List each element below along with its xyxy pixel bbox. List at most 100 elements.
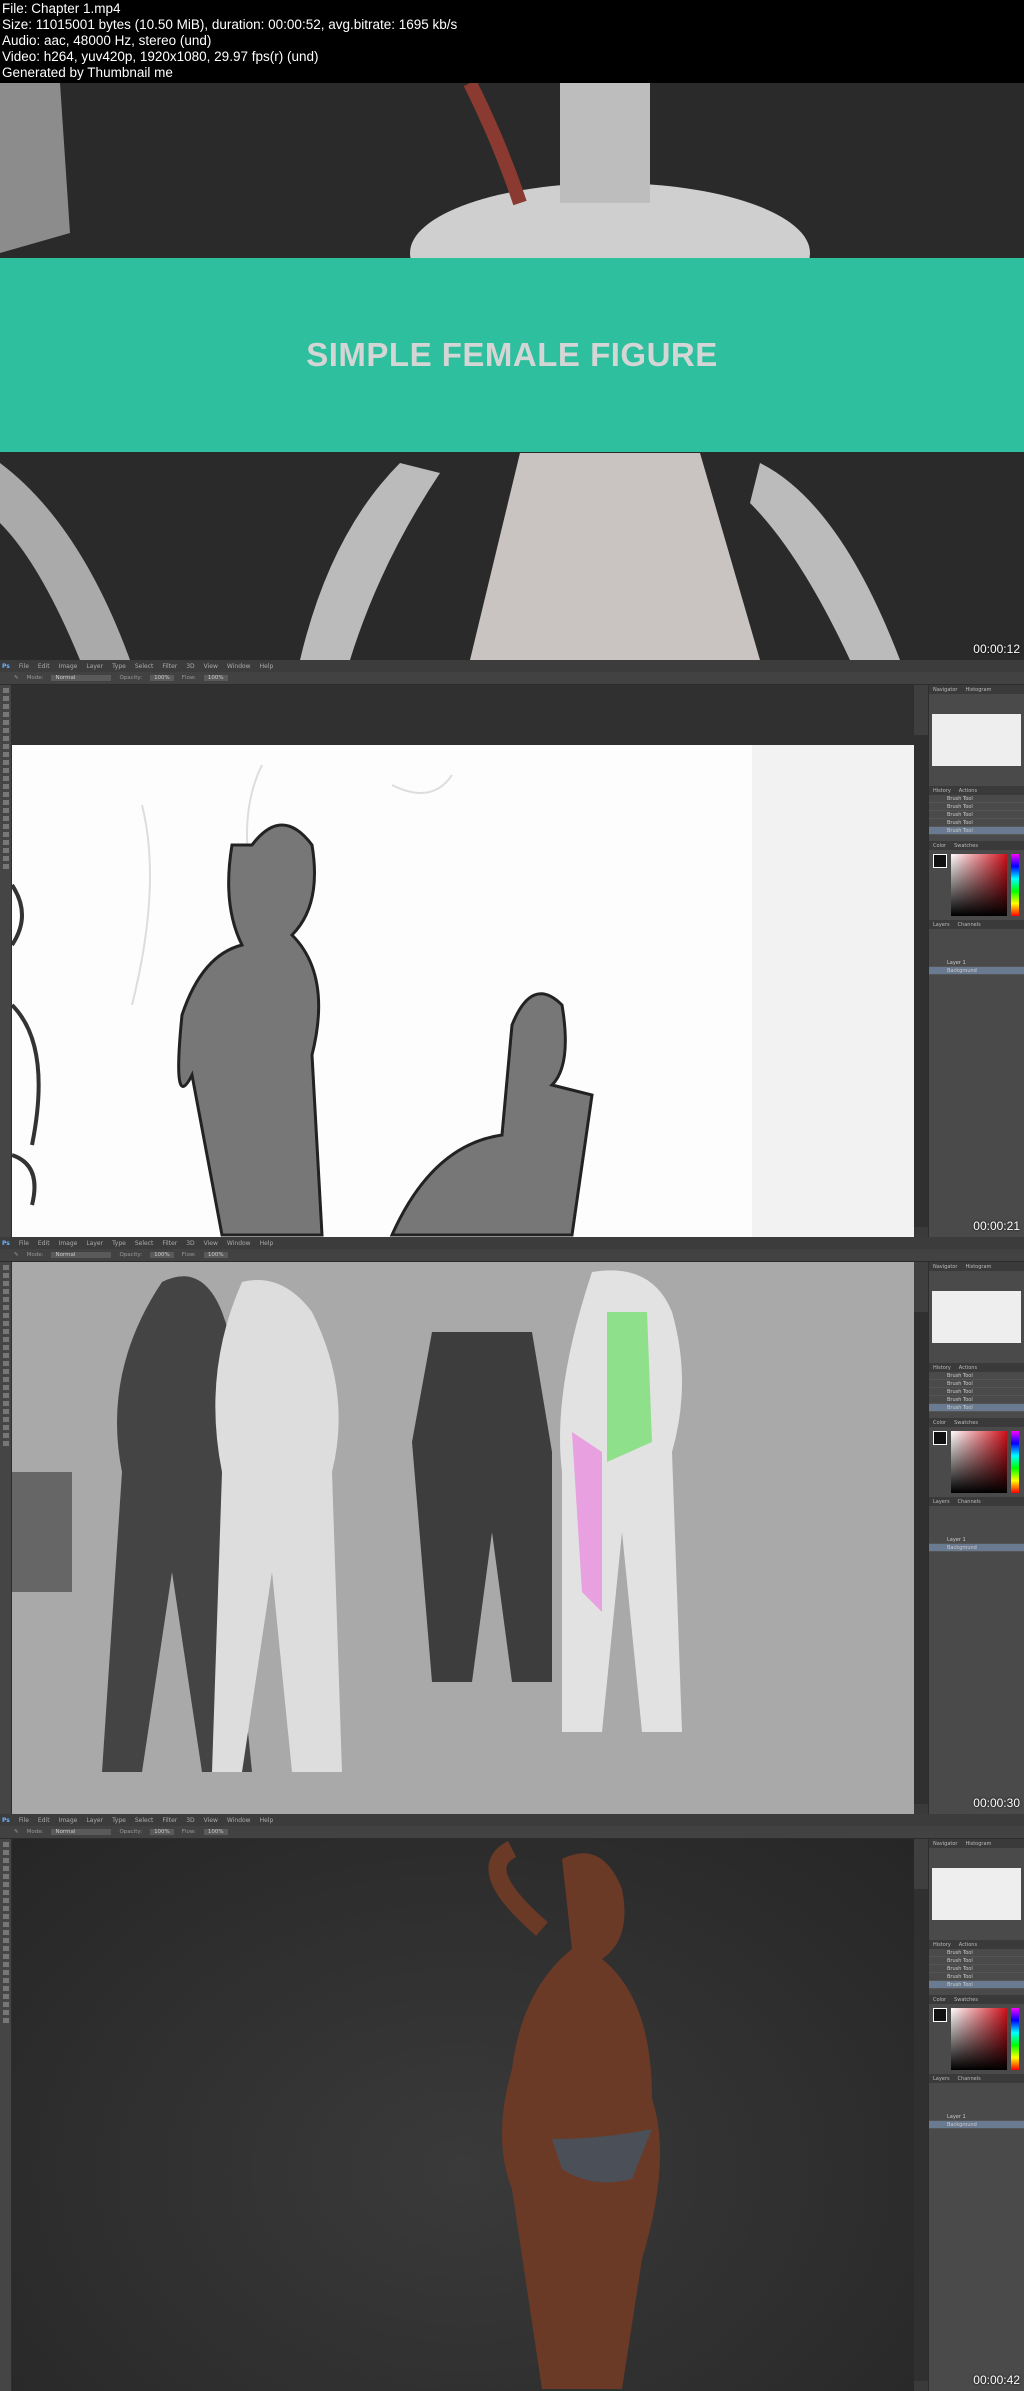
menu-view[interactable]: View xyxy=(204,663,218,670)
history-item[interactable]: Brush Tool xyxy=(929,1388,1024,1396)
color-picker[interactable] xyxy=(929,850,1024,920)
tab-history[interactable]: History xyxy=(933,1942,951,1948)
history-item[interactable]: Brush Tool xyxy=(929,1404,1024,1412)
history-item[interactable]: Brush Tool xyxy=(929,811,1024,819)
navigator-preview[interactable] xyxy=(932,714,1021,766)
menu-3d[interactable]: 3D xyxy=(186,1240,194,1247)
tools-panel[interactable] xyxy=(0,685,12,1237)
tab-swatches[interactable]: Swatches xyxy=(954,1997,978,2003)
brush-icon[interactable]: ✎ xyxy=(14,1829,19,1835)
menu-view[interactable]: View xyxy=(204,1240,218,1247)
history-item[interactable]: Brush Tool xyxy=(929,795,1024,803)
menu-edit[interactable]: Edit xyxy=(38,663,50,670)
menu-3d[interactable]: 3D xyxy=(186,1817,194,1824)
menu-file[interactable]: File xyxy=(19,1817,29,1824)
opacity-field[interactable]: 100% xyxy=(150,1252,174,1258)
menu-help[interactable]: Help xyxy=(260,663,274,670)
history-item[interactable]: Brush Tool xyxy=(929,819,1024,827)
mode-select[interactable]: Normal xyxy=(51,675,112,681)
tab-histogram[interactable]: Histogram xyxy=(965,687,991,693)
menu-select[interactable]: Select xyxy=(135,663,154,670)
history-item[interactable]: Brush Tool xyxy=(929,1372,1024,1380)
tab-actions[interactable]: Actions xyxy=(959,788,977,794)
flow-field[interactable]: 100% xyxy=(203,1829,228,1835)
menu-window[interactable]: Window xyxy=(227,663,251,670)
layer-row[interactable]: Layer 1 xyxy=(929,959,1024,967)
tools-panel[interactable] xyxy=(0,1839,12,2391)
color-picker[interactable] xyxy=(929,2004,1024,2074)
menu-help[interactable]: Help xyxy=(260,1817,274,1824)
menu-layer[interactable]: Layer xyxy=(86,1240,103,1247)
menu-select[interactable]: Select xyxy=(135,1240,154,1247)
menu-type[interactable]: Type xyxy=(112,1240,126,1247)
menu-layer[interactable]: Layer xyxy=(86,663,103,670)
tab-channels[interactable]: Channels xyxy=(958,922,981,928)
menu-view[interactable]: View xyxy=(204,1817,218,1824)
menu-filter[interactable]: Filter xyxy=(162,1240,177,1247)
menu-window[interactable]: Window xyxy=(227,1240,251,1247)
opacity-field[interactable]: 100% xyxy=(150,1829,174,1835)
menu-3d[interactable]: 3D xyxy=(186,663,194,670)
history-item[interactable]: Brush Tool xyxy=(929,1949,1024,1957)
tab-color[interactable]: Color xyxy=(933,843,946,849)
menu-edit[interactable]: Edit xyxy=(38,1240,50,1247)
history-item[interactable]: Brush Tool xyxy=(929,827,1024,835)
menu-file[interactable]: File xyxy=(19,1240,29,1247)
menu-window[interactable]: Window xyxy=(227,1817,251,1824)
tab-layers[interactable]: Layers xyxy=(933,2076,950,2082)
menu-edit[interactable]: Edit xyxy=(38,1817,50,1824)
navigator-preview[interactable] xyxy=(932,1291,1021,1343)
tab-actions[interactable]: Actions xyxy=(959,1365,977,1371)
menu-file[interactable]: File xyxy=(19,663,29,670)
tab-history[interactable]: History xyxy=(933,1365,951,1371)
menu-filter[interactable]: Filter xyxy=(162,1817,177,1824)
tab-color[interactable]: Color xyxy=(933,1997,946,2003)
layer-row[interactable]: Background xyxy=(929,1544,1024,1552)
brush-icon[interactable]: ✎ xyxy=(14,675,19,681)
history-item[interactable]: Brush Tool xyxy=(929,1380,1024,1388)
canvas[interactable] xyxy=(12,685,914,1237)
mode-select[interactable]: Normal xyxy=(51,1829,112,1835)
tab-channels[interactable]: Channels xyxy=(958,2076,981,2082)
menu-layer[interactable]: Layer xyxy=(86,1817,103,1824)
tools-panel[interactable] xyxy=(0,1262,12,1814)
flow-field[interactable]: 100% xyxy=(203,1252,228,1258)
tab-swatches[interactable]: Swatches xyxy=(954,843,978,849)
history-item[interactable]: Brush Tool xyxy=(929,1981,1024,1989)
flow-field[interactable]: 100% xyxy=(203,675,228,681)
menu-filter[interactable]: Filter xyxy=(162,663,177,670)
layer-row[interactable]: Background xyxy=(929,967,1024,975)
menu-select[interactable]: Select xyxy=(135,1817,154,1824)
tab-histogram[interactable]: Histogram xyxy=(965,1841,991,1847)
history-item[interactable]: Brush Tool xyxy=(929,1957,1024,1965)
tab-history[interactable]: History xyxy=(933,788,951,794)
tab-actions[interactable]: Actions xyxy=(959,1942,977,1948)
tab-navigator[interactable]: Navigator xyxy=(933,687,957,693)
tab-layers[interactable]: Layers xyxy=(933,1499,950,1505)
menu-image[interactable]: Image xyxy=(59,663,78,670)
tab-channels[interactable]: Channels xyxy=(958,1499,981,1505)
menu-image[interactable]: Image xyxy=(59,1817,78,1824)
collapsed-dock[interactable] xyxy=(914,1262,928,1312)
collapsed-dock[interactable] xyxy=(914,685,928,735)
canvas[interactable] xyxy=(12,1262,914,1814)
history-item[interactable]: Brush Tool xyxy=(929,1965,1024,1973)
history-item[interactable]: Brush Tool xyxy=(929,1396,1024,1404)
tab-swatches[interactable]: Swatches xyxy=(954,1420,978,1426)
menu-type[interactable]: Type xyxy=(112,1817,126,1824)
menu-type[interactable]: Type xyxy=(112,663,126,670)
tab-layers[interactable]: Layers xyxy=(933,922,950,928)
tab-histogram[interactable]: Histogram xyxy=(965,1264,991,1270)
history-item[interactable]: Brush Tool xyxy=(929,1973,1024,1981)
collapsed-dock[interactable] xyxy=(914,1839,928,1889)
tab-color[interactable]: Color xyxy=(933,1420,946,1426)
navigator-preview[interactable] xyxy=(932,1868,1021,1920)
color-picker[interactable] xyxy=(929,1427,1024,1497)
menu-image[interactable]: Image xyxy=(59,1240,78,1247)
layer-row[interactable]: Layer 1 xyxy=(929,2113,1024,2121)
brush-icon[interactable]: ✎ xyxy=(14,1252,19,1258)
tab-navigator[interactable]: Navigator xyxy=(933,1841,957,1847)
menu-help[interactable]: Help xyxy=(260,1240,274,1247)
canvas[interactable] xyxy=(12,1839,914,2391)
opacity-field[interactable]: 100% xyxy=(150,675,174,681)
